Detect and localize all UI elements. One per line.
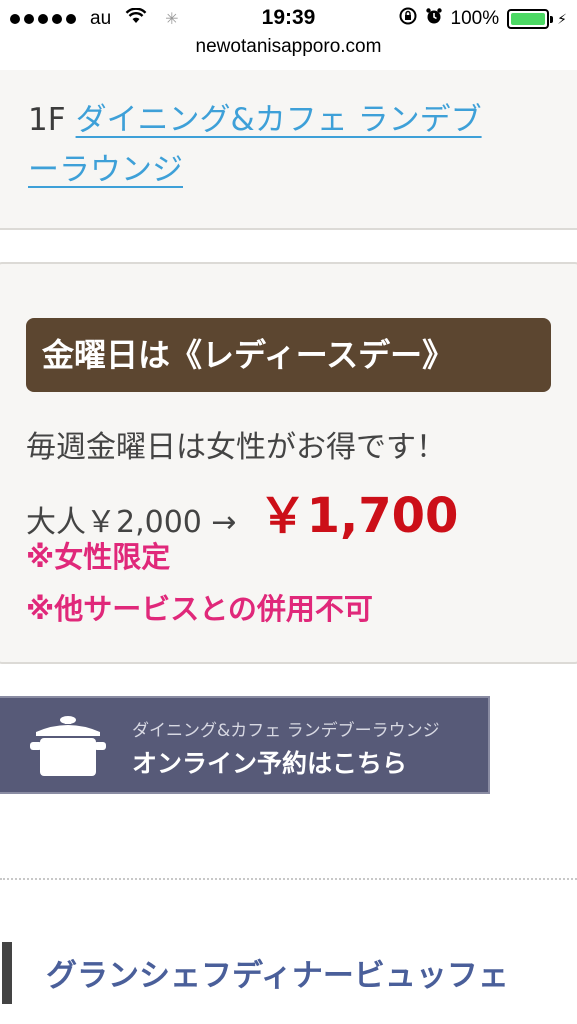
charging-icon: ⚡ <box>557 10 567 27</box>
promo-card: 金曜日は《レディースデー》 毎週金曜日は女性がお得です！ 大人￥2,000 → … <box>0 262 577 664</box>
venue-link[interactable]: ダイニング&カフェ ランデブ <box>76 102 482 138</box>
special-price: ￥1,700 <box>258 488 459 544</box>
note-no-combination: ※他サービスとの併用不可 <box>26 592 373 626</box>
status-bar: au ✳ 19:39 100% ⚡ <box>0 0 577 38</box>
venue-link-continued[interactable]: ーラウンジ <box>28 152 183 188</box>
battery-percent: 100% <box>450 8 500 29</box>
section-divider <box>0 878 577 880</box>
section-title: グランシェフディナービュッフェ <box>46 958 509 994</box>
venue-line-1: 1F ダイニング&カフェ ランデブ <box>28 100 482 140</box>
status-right: 100% ⚡ <box>399 7 567 31</box>
ladies-day-banner: 金曜日は《レディースデー》 <box>26 318 551 392</box>
rotation-lock-icon <box>399 7 417 31</box>
online-reservation-button[interactable]: ダイニング&カフェ ランデブーラウンジ オンライン予約はこちら <box>0 696 490 794</box>
reserve-sub-label: ダイニング&カフェ ランデブーラウンジ <box>132 721 440 741</box>
url-bar[interactable]: newotanisapporo.com <box>0 36 577 70</box>
alarm-icon <box>425 7 443 31</box>
battery-icon <box>507 9 554 29</box>
reserve-main-label: オンライン予約はこちら <box>132 749 408 778</box>
venue-card: 1F ダイニング&カフェ ランデブ ーラウンジ <box>0 70 577 230</box>
venue-line-2: ーラウンジ <box>28 150 183 190</box>
floor-label: 1F <box>28 102 66 138</box>
promo-description: 毎週金曜日は女性がお得です！ <box>26 430 446 465</box>
section-accent-bar <box>2 942 12 1004</box>
cooking-pot-icon <box>30 710 106 780</box>
note-women-only: ※女性限定 <box>26 540 171 574</box>
